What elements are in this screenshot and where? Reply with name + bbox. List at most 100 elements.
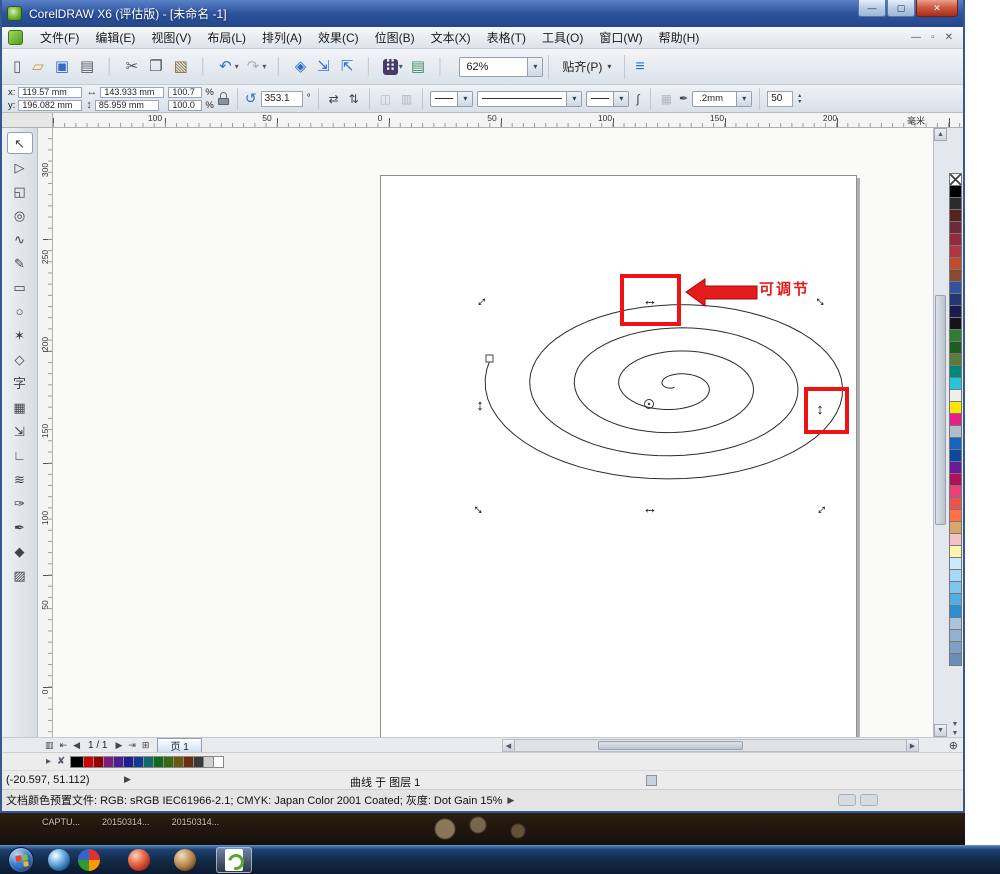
skew-handle-bottom[interactable]: ↔ bbox=[640, 498, 660, 518]
dimension-tool[interactable]: ⇲ bbox=[7, 420, 33, 442]
last-page-icon[interactable]: ⇥ bbox=[125, 740, 139, 751]
artistic-media-tool[interactable]: ✎ bbox=[7, 252, 33, 274]
horizontal-ruler[interactable]: 10050050100150200 bbox=[53, 113, 963, 127]
menu-item[interactable]: 布局(L) bbox=[200, 27, 253, 48]
basic-shapes-tool[interactable]: ◇ bbox=[7, 348, 33, 370]
close-button[interactable]: ✕ bbox=[916, 0, 958, 17]
chevron-down-icon[interactable]: ▾ bbox=[527, 58, 542, 76]
edit-extra-icon[interactable]: ▥ bbox=[398, 91, 415, 107]
status-swatch[interactable] bbox=[70, 756, 84, 768]
curve-smoothness-icon[interactable]: ∫ bbox=[633, 91, 642, 107]
crop-tool[interactable]: ◱ bbox=[7, 180, 33, 202]
print-icon[interactable]: ▤ bbox=[76, 57, 99, 77]
horizontal-scroll-thumb[interactable] bbox=[598, 741, 743, 750]
doc-close-button[interactable]: ✕ bbox=[945, 32, 953, 43]
eyedropper-tool[interactable]: ✑ bbox=[7, 492, 33, 514]
table-tool[interactable]: ▦ bbox=[7, 396, 33, 418]
copy-icon[interactable]: ❐ bbox=[145, 57, 167, 77]
width-input[interactable]: 143.933 mm bbox=[100, 87, 164, 98]
lock-ratio-icon[interactable] bbox=[218, 92, 230, 105]
taskbar-item-blue-sphere[interactable] bbox=[44, 847, 74, 873]
fill-tool[interactable]: ◆ bbox=[7, 540, 33, 562]
zoom-tool[interactable]: ◎ bbox=[7, 204, 33, 226]
add-page-icon[interactable]: ⊞ bbox=[139, 740, 153, 751]
menu-item[interactable]: 编辑(E) bbox=[88, 27, 142, 48]
chevron-down-icon[interactable]: ▾ bbox=[613, 92, 628, 106]
palette-swatch[interactable] bbox=[949, 653, 962, 666]
chevron-down-icon[interactable]: ▾ bbox=[736, 92, 751, 106]
export-icon[interactable]: ⇱ bbox=[337, 57, 359, 77]
palette-scroll-down-icon[interactable]: ▼ bbox=[952, 721, 959, 728]
palette-expand-icon[interactable]: ▼ bbox=[952, 730, 959, 737]
status-play-icon[interactable]: ▸ bbox=[46, 756, 51, 767]
menu-item[interactable]: 文件(F) bbox=[33, 27, 86, 48]
mirror-vertical-icon[interactable]: ⇅ bbox=[346, 91, 362, 107]
rectangle-tool[interactable]: ▭ bbox=[7, 276, 33, 298]
start-button[interactable] bbox=[8, 847, 34, 873]
menu-item[interactable]: 表格(T) bbox=[480, 27, 533, 48]
menu-item[interactable]: 位图(B) bbox=[368, 27, 422, 48]
title-bar[interactable]: CorelDRAW X6 (评估版) - [未命名 -1] — ▢ ✕ bbox=[2, 0, 963, 27]
x-position-input[interactable]: 119.57 mm bbox=[18, 87, 82, 98]
pick-tool[interactable]: ↖ bbox=[7, 132, 33, 154]
undo-icon[interactable]: ↶ ▾ bbox=[215, 57, 241, 77]
save-icon[interactable]: ▣ bbox=[51, 57, 74, 77]
options-icon[interactable]: ≡ bbox=[630, 58, 649, 76]
first-page-icon[interactable]: ⇤ bbox=[57, 740, 71, 751]
chevron-down-icon[interactable]: ▾ bbox=[566, 92, 581, 106]
paste-icon[interactable]: ▧ bbox=[170, 57, 193, 77]
end-arrowhead-combo[interactable]: ▾ bbox=[586, 91, 629, 107]
page-sorter-icon[interactable]: ▥ bbox=[42, 740, 57, 751]
freehand-tool[interactable]: ∿ bbox=[7, 228, 33, 250]
nudge-stepper[interactable]: ▴ ▾ bbox=[798, 93, 801, 105]
navigator-zoom-icon[interactable]: ⊕ bbox=[949, 739, 958, 752]
polygon-tool[interactable]: ✶ bbox=[7, 324, 33, 346]
next-page-icon[interactable]: ▶ bbox=[112, 740, 125, 751]
edit-basic-icon[interactable]: ◫ bbox=[377, 91, 394, 107]
vertical-scroll-thumb[interactable] bbox=[935, 295, 946, 525]
menu-item[interactable]: 效果(C) bbox=[311, 27, 366, 48]
interactive-fill-tool[interactable]: ▨ bbox=[7, 564, 33, 586]
skew-handle-left[interactable]: ↕ bbox=[470, 395, 490, 415]
ellipse-tool[interactable]: ○ bbox=[7, 300, 33, 322]
y-position-input[interactable]: 196.082 mm bbox=[18, 100, 82, 111]
line-style-combo[interactable]: ▾ bbox=[477, 91, 582, 107]
welcome-screen-icon[interactable]: ▤ bbox=[407, 57, 430, 77]
drawing-canvas[interactable]: ↔ ↔ ↔ ↕ ↕ ↔ ↔ ↔ 可调节 bbox=[53, 128, 933, 737]
doc-restore-button[interactable]: ▫ bbox=[931, 32, 935, 43]
wrap-text-icon[interactable]: ▦ bbox=[658, 91, 675, 107]
start-arrowhead-combo[interactable]: ▾ bbox=[430, 91, 473, 107]
scale-x-input[interactable]: 100.7 bbox=[168, 87, 202, 98]
menu-item[interactable]: 窗口(W) bbox=[592, 27, 649, 48]
menu-item[interactable]: 排列(A) bbox=[255, 27, 309, 48]
chevron-down-icon[interactable]: ▾ bbox=[457, 92, 472, 106]
outline-width-combo[interactable]: .2mm ▾ bbox=[692, 91, 752, 107]
maximize-button[interactable]: ▢ bbox=[887, 0, 915, 17]
doc-minimize-button[interactable]: — bbox=[911, 32, 921, 43]
horizontal-scrollbar[interactable]: ◀ ▶ bbox=[502, 739, 919, 752]
height-input[interactable]: 85.959 mm bbox=[95, 100, 159, 111]
spin-down-icon[interactable]: ▾ bbox=[798, 99, 801, 105]
scroll-down-icon[interactable]: ▼ bbox=[934, 724, 947, 737]
blend-tool[interactable]: ≋ bbox=[7, 468, 33, 490]
menu-item[interactable]: 工具(O) bbox=[535, 27, 590, 48]
profile-expand-icon[interactable]: ▶ bbox=[507, 795, 514, 806]
connector-tool[interactable]: ∟ bbox=[7, 444, 33, 466]
vertical-scrollbar[interactable]: ▲ ▼ bbox=[933, 128, 947, 737]
redo-icon[interactable]: ↷ ▾ bbox=[243, 57, 269, 77]
text-tool[interactable]: 字 bbox=[7, 372, 33, 394]
scroll-right-icon[interactable]: ▶ bbox=[906, 740, 918, 751]
new-document-icon[interactable]: ▯ bbox=[9, 57, 26, 77]
cut-icon[interactable]: ✂ bbox=[122, 57, 144, 77]
mirror-horizontal-icon[interactable]: ⇄ bbox=[326, 91, 342, 107]
coords-expand-icon[interactable]: ▶ bbox=[124, 774, 131, 785]
scroll-left-icon[interactable]: ◀ bbox=[503, 740, 515, 751]
snap-to-dropdown[interactable]: 贴齐(P) ▾ bbox=[554, 56, 619, 77]
taskbar-item-planet[interactable] bbox=[170, 847, 200, 873]
scroll-up-icon[interactable]: ▲ bbox=[934, 128, 947, 141]
previous-page-icon[interactable]: ◀ bbox=[70, 740, 83, 751]
page-tab[interactable]: 页 1 bbox=[157, 738, 201, 752]
search-content-icon[interactable]: ◈ bbox=[291, 57, 312, 77]
status-swatch[interactable] bbox=[213, 756, 224, 768]
taskbar-item-red-sphere[interactable] bbox=[124, 847, 154, 873]
